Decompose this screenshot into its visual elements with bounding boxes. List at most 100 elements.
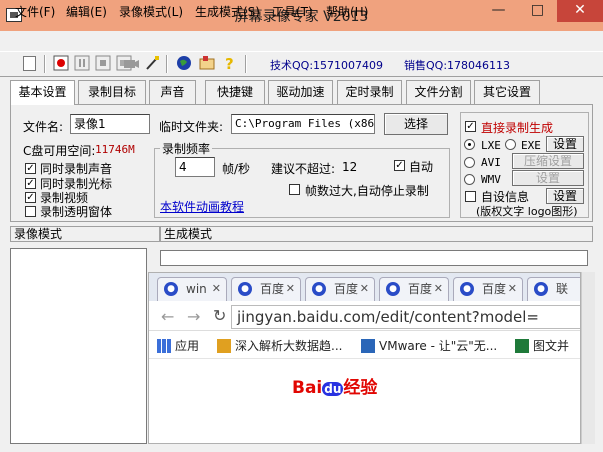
stop-icon[interactable] <box>94 55 112 73</box>
record-transparent-checkbox[interactable] <box>25 206 36 217</box>
reload-icon[interactable]: ↻ <box>213 306 226 325</box>
tab-close-icon[interactable]: ✕ <box>212 278 221 300</box>
browser-tab-label: 百度 <box>408 282 433 296</box>
bookmark-vmware[interactable]: VMware - 让"云"无... <box>361 337 497 354</box>
browser-tab[interactable]: ● 百度 ✕ <box>231 277 301 301</box>
menu-help[interactable]: 帮助(H) <box>326 3 368 20</box>
tab-sound[interactable]: 声音 <box>149 80 196 104</box>
filename-input[interactable]: 录像1 <box>70 114 150 134</box>
help-icon[interactable]: ? <box>221 55 239 73</box>
tab-close-icon[interactable]: ✕ <box>286 278 295 300</box>
menu-edit[interactable]: 编辑(E) <box>66 3 107 20</box>
custom-info-checkbox[interactable] <box>465 191 476 202</box>
browser-tab-label: 联 <box>556 282 569 296</box>
browser-tab-label: 百度 <box>482 282 507 296</box>
brush-icon[interactable] <box>143 55 161 73</box>
toolbar-separator <box>44 55 46 73</box>
globe-icon[interactable] <box>175 55 193 73</box>
tech-qq: 技术QQ:1571007409 <box>270 59 384 72</box>
sales-qq: 销售QQ:178046113 <box>404 59 511 72</box>
browser-tab[interactable]: ● 百度 ✕ <box>305 277 375 301</box>
baidu-jingyan-logo: Bai du 经验 <box>292 373 377 398</box>
recording-list[interactable] <box>10 248 147 444</box>
pause-icon[interactable] <box>73 55 91 73</box>
maximize-button[interactable]: □ <box>518 0 557 22</box>
direct-gen-label: 直接录制生成 <box>481 121 554 135</box>
record-icon[interactable] <box>52 55 70 73</box>
tab-close-icon[interactable]: ✕ <box>360 278 369 300</box>
tutorial-link[interactable]: 本软件动画教程 <box>160 198 244 215</box>
disk-space-value: 11746M <box>95 143 135 156</box>
preview-slider[interactable] <box>160 250 588 266</box>
settings-icon[interactable] <box>198 55 216 73</box>
browser-tab[interactable]: ● 百度 ✕ <box>379 277 449 301</box>
back-icon[interactable]: ← <box>161 307 174 326</box>
baidu-paw-icon: ● <box>312 282 326 296</box>
fps-input[interactable]: 4 <box>175 157 215 177</box>
forward-icon[interactable]: → <box>187 307 200 326</box>
custom-info-setting-button[interactable]: 设置 <box>546 188 584 204</box>
toolbar-separator <box>245 55 247 73</box>
tab-hotkey[interactable]: 快捷键 <box>205 80 265 104</box>
suggest-value: 12 <box>342 160 358 174</box>
menu-tools[interactable]: 工具(T) <box>272 3 313 20</box>
browser-tab[interactable]: ● 百度 ✕ <box>453 277 523 301</box>
record-sound-checkbox[interactable]: ✓ <box>25 163 36 174</box>
menu-record-mode[interactable]: 录像模式(L) <box>119 3 183 20</box>
tab-record-target[interactable]: 录制目标 <box>78 80 146 104</box>
menu-gen-mode[interactable]: 生成模式(S) <box>195 3 260 20</box>
compress-setting-button[interactable]: 压缩设置 <box>512 153 584 169</box>
browser-tab[interactable]: ● 联 <box>527 277 580 301</box>
wmv-radio[interactable] <box>464 174 475 185</box>
record-transparent-label: 录制透明窗体 <box>40 205 113 219</box>
bookmark-graphic[interactable]: 图文并 <box>515 337 569 354</box>
tempdir-input[interactable]: C:\Program Files (x86)\ <box>231 114 375 134</box>
menu-bar <box>0 31 603 51</box>
tab-driver-accel[interactable]: 驱动加速 <box>268 80 333 104</box>
lxe-setting-button[interactable]: 设置 <box>546 136 584 152</box>
tab-close-icon[interactable]: ✕ <box>434 278 443 300</box>
tab-file-split[interactable]: 文件分割 <box>406 80 471 104</box>
baidu-paw-icon: ● <box>238 282 252 296</box>
direct-gen-checkbox[interactable]: ✓ <box>465 121 476 132</box>
browser-tab[interactable]: ● win ✕ <box>157 277 227 301</box>
bookmark-bigdata[interactable]: 深入解析大数据趋... <box>217 337 342 354</box>
tab-close-icon[interactable]: ✕ <box>508 278 517 300</box>
record-video-checkbox[interactable]: ✓ <box>25 192 36 203</box>
new-file-icon[interactable] <box>23 56 36 71</box>
close-button[interactable]: ✕ <box>557 0 603 22</box>
url-input[interactable]: jingyan.baidu.com/edit/content?model= <box>231 305 580 329</box>
preview-scrollbar[interactable] <box>581 272 595 444</box>
avi-radio[interactable] <box>464 157 475 168</box>
lxe-radio[interactable] <box>464 139 475 150</box>
menu-file[interactable]: 文件(F) <box>15 3 55 20</box>
auto-stop-label: 帧数过大,自动停止录制 <box>305 184 429 198</box>
bookmark-apps[interactable]: 应用 <box>157 337 199 354</box>
bookmark-label: 应用 <box>175 339 200 353</box>
exe-radio[interactable] <box>505 139 516 150</box>
fps-unit: 帧/秒 <box>222 162 251 176</box>
tab-other-settings[interactable]: 其它设置 <box>474 80 540 104</box>
baidu-paw-icon: ● <box>460 282 474 296</box>
lxe-label: LXE <box>481 139 501 152</box>
select-folder-button[interactable]: 选择 <box>384 113 448 135</box>
vmware-icon <box>361 339 375 353</box>
browser-tab-label: 百度 <box>334 282 359 296</box>
bookmark-label: VMware - 让"云"无... <box>379 339 498 353</box>
page-icon <box>217 339 231 353</box>
filename-label: 文件名: <box>23 120 64 134</box>
exe-label: EXE <box>521 139 541 152</box>
auto-fps-checkbox[interactable]: ✓ <box>394 160 405 171</box>
minimize-button[interactable]: — <box>479 0 518 22</box>
tab-basic[interactable]: 基本设置 <box>10 80 75 105</box>
fps-group-label: 录制频率 <box>160 140 213 157</box>
auto-stop-checkbox[interactable] <box>289 184 300 195</box>
logo-du: du <box>322 382 344 396</box>
baidu-paw-icon: ● <box>534 282 548 296</box>
browser-tab-label: win <box>186 282 207 296</box>
camera-icon[interactable] <box>122 55 140 73</box>
wmv-setting-button[interactable]: 设置 <box>512 170 584 186</box>
logo-jy: 经验 <box>343 378 378 398</box>
tab-timed-record[interactable]: 定时录制 <box>337 80 402 104</box>
record-cursor-checkbox[interactable]: ✓ <box>25 178 36 189</box>
